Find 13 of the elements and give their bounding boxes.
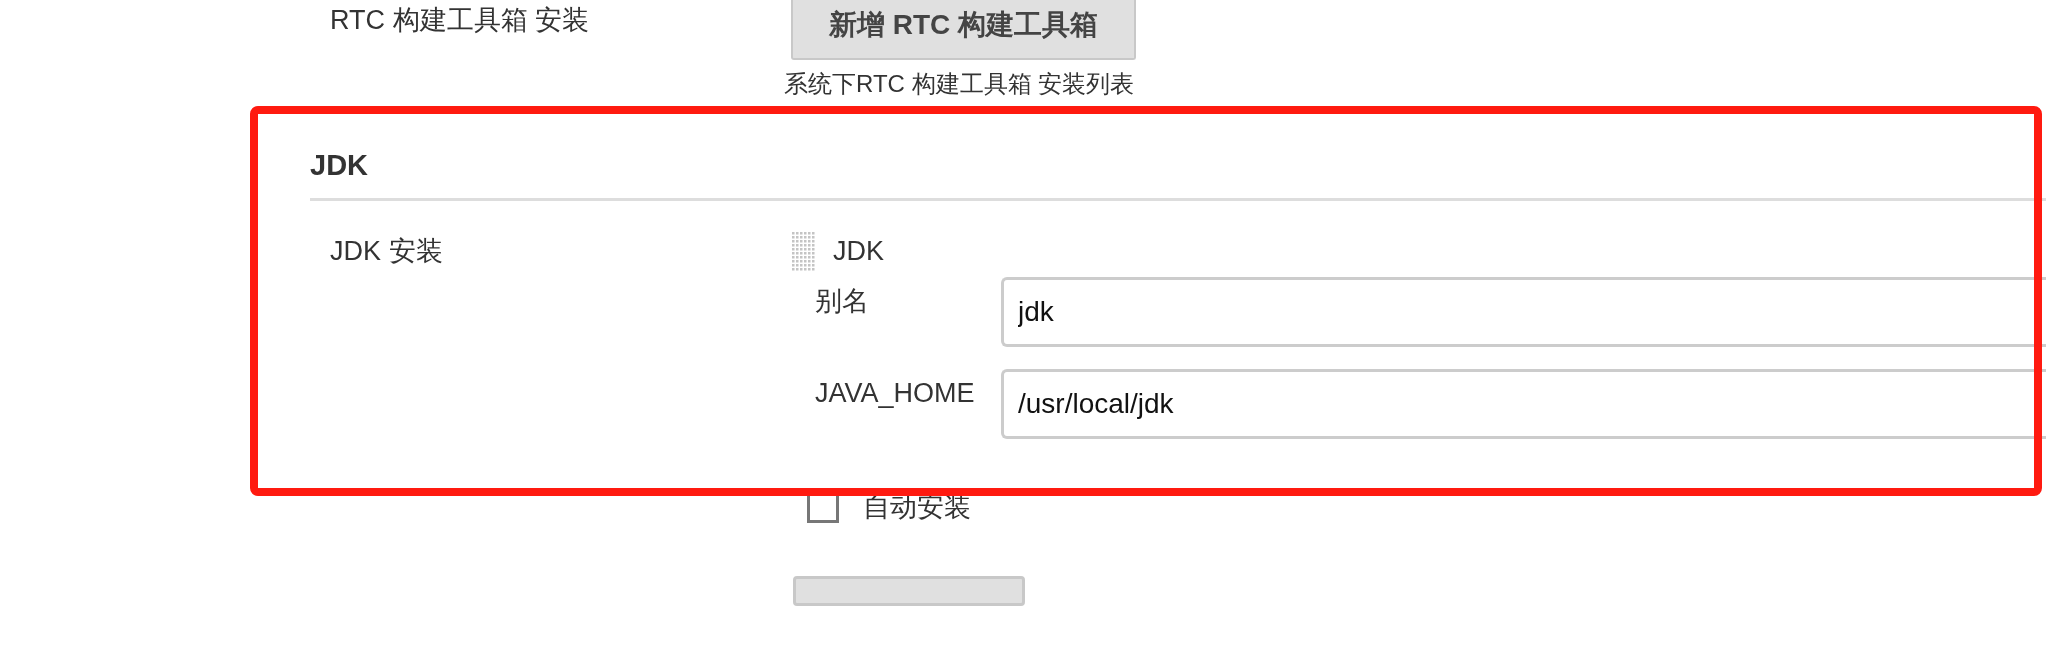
item-title: JDK	[833, 234, 884, 268]
field-label: JAVA_HOME	[815, 378, 975, 408]
field-label: 别名	[815, 286, 869, 316]
text-field[interactable]: /usr/local/jdk	[1001, 369, 2046, 439]
button[interactable]	[793, 575, 1025, 606]
section-title: JDK	[310, 149, 368, 181]
checkbox-label: 自动安装	[863, 491, 971, 524]
field-label: RTC 构建工具箱 安装	[330, 5, 589, 35]
drag-handle-icon[interactable]	[791, 230, 817, 271]
field-label: JDK 安装	[330, 235, 443, 266]
help-text: 系统下RTC 构建工具箱 安装列表	[784, 70, 1135, 97]
add-button[interactable]: 新增 RTC 构建工具箱	[791, 0, 1137, 60]
text-field[interactable]: jdk	[1001, 277, 2046, 347]
